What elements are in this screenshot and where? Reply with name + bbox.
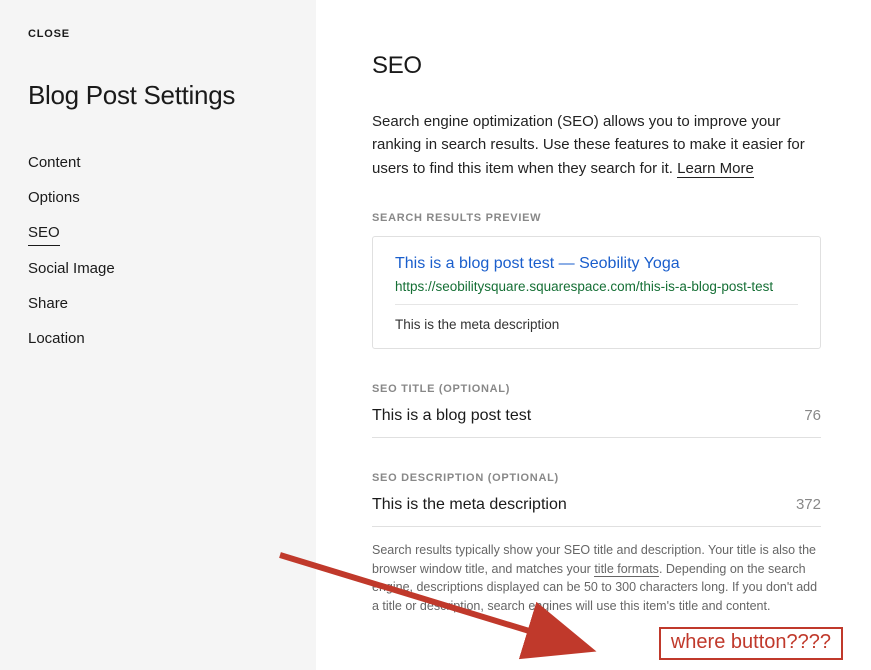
intro-text: Search engine optimization (SEO) allows … <box>372 110 821 180</box>
seo-desc-value[interactable]: This is the meta description <box>372 496 784 514</box>
close-button[interactable]: CLOSE <box>28 28 288 40</box>
nav-item-options[interactable]: Options <box>28 180 288 215</box>
learn-more-link[interactable]: Learn More <box>677 160 754 178</box>
seo-title-count: 76 <box>804 407 821 424</box>
nav-item-content[interactable]: Content <box>28 145 288 180</box>
nav-item-social-image[interactable]: Social Image <box>28 251 288 286</box>
seo-desc-label: SEO DESCRIPTION (OPTIONAL) <box>372 472 821 484</box>
seo-title-value[interactable]: This is a blog post test <box>372 407 792 425</box>
preview-description: This is the meta description <box>395 317 798 332</box>
preview-label: SEARCH RESULTS PREVIEW <box>372 212 821 224</box>
search-preview-box: This is a blog post test — Seobility Yog… <box>372 236 821 349</box>
nav-item-seo[interactable]: SEO <box>28 215 60 246</box>
preview-url: https://seobilitysquare.squarespace.com/… <box>395 279 798 294</box>
seo-desc-field[interactable]: This is the meta description 372 <box>372 496 821 527</box>
help-text: Search results typically show your SEO t… <box>372 541 821 616</box>
section-heading: SEO <box>372 52 821 80</box>
preview-divider <box>395 304 798 305</box>
nav-item-location[interactable]: Location <box>28 321 288 356</box>
seo-desc-count: 372 <box>796 496 821 513</box>
annotation-callout: where button???? <box>659 627 843 660</box>
seo-title-label: SEO TITLE (OPTIONAL) <box>372 383 821 395</box>
title-formats-link[interactable]: title formats <box>594 562 659 577</box>
panel-title: Blog Post Settings <box>28 80 288 111</box>
nav-item-share[interactable]: Share <box>28 286 288 321</box>
seo-title-field[interactable]: This is a blog post test 76 <box>372 407 821 438</box>
preview-title: This is a blog post test — Seobility Yog… <box>395 255 798 273</box>
